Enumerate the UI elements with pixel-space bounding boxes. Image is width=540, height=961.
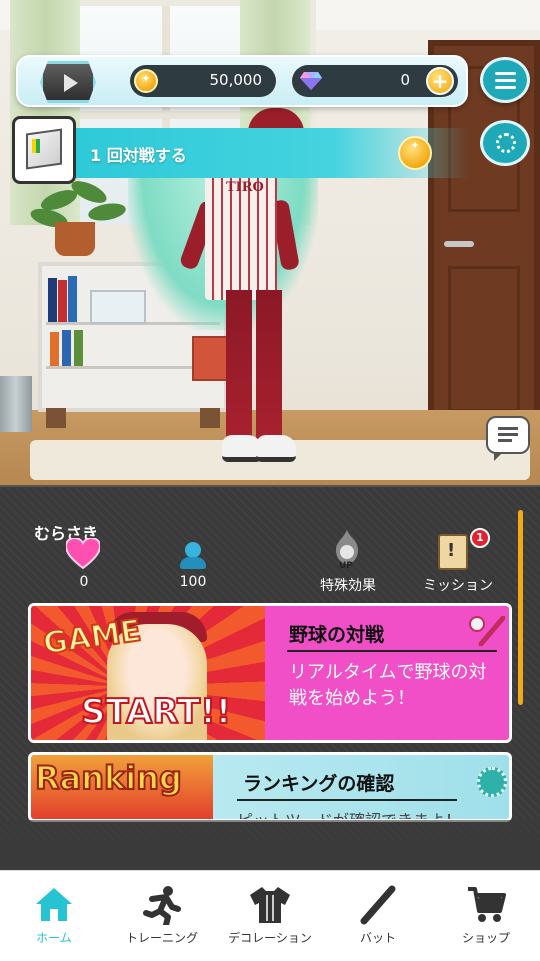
mission-badge: 1 <box>470 528 490 548</box>
beginner-mark-icon <box>32 139 40 153</box>
nav-bat-label: バット <box>359 931 396 945</box>
game-card-description: リアルタイムで野球の対戦を始めよう！ <box>289 662 487 709</box>
beginner-cube-icon[interactable] <box>12 116 76 184</box>
divider <box>287 650 497 652</box>
nav-decoration-label: デコレーション <box>228 931 312 945</box>
top-hud: 50,000 0 + <box>16 55 468 107</box>
mission-label[interactable]: ミッション <box>410 575 506 595</box>
bottom-nav: ホーム トレーニング デコレーション バット ショップ <box>0 870 540 961</box>
nav-bat[interactable]: バット <box>324 871 432 961</box>
nav-training[interactable]: トレーニング <box>108 871 216 961</box>
nav-shop-label: ショップ <box>461 931 510 945</box>
plant-pot <box>55 222 95 256</box>
ranking-card[interactable]: Ranking ランキングの確認 ピットツードが確認できまよ！ <box>28 752 512 822</box>
game-start-card[interactable]: GAME START!! 野球の対戦 リアルタイムで野球の対戦を始めよう！ <box>28 603 512 743</box>
trash-can <box>0 376 32 432</box>
add-gem-button[interactable]: + <box>426 67 454 95</box>
heart-count: 0 <box>79 574 89 590</box>
bat-icon <box>360 885 396 925</box>
reward-coin-icon <box>398 136 432 170</box>
panel-fade <box>0 820 540 870</box>
nav-decoration[interactable]: デコレーション <box>216 871 324 961</box>
running-icon <box>143 886 181 925</box>
start-art-text: START!! <box>80 691 232 733</box>
uniform-text: TIRO <box>226 180 264 195</box>
heart-icon <box>66 538 100 570</box>
follower-count: 100 <box>179 574 207 590</box>
nav-training-label: トレーニング <box>125 931 198 945</box>
badge-button[interactable] <box>480 120 530 166</box>
clipboard-icon[interactable] <box>438 534 468 570</box>
gem-value: 0 <box>400 71 410 89</box>
ranking-art: Ranking <box>31 755 213 819</box>
ranking-card-title: ランキングの確認 <box>243 773 395 795</box>
follower-icon <box>180 542 206 570</box>
cart-icon <box>468 887 506 922</box>
home-icon <box>36 888 72 921</box>
chat-button[interactable] <box>486 416 530 461</box>
jersey-icon <box>250 887 290 923</box>
baseball-bat-icon <box>469 616 505 646</box>
nav-home[interactable]: ホーム <box>0 871 108 961</box>
scrollbar[interactable] <box>518 510 523 705</box>
coin-counter: 50,000 <box>130 65 276 97</box>
gem-counter: 0 + <box>292 65 458 97</box>
play-icon <box>64 74 78 92</box>
svg-text:UP: UP <box>339 561 353 570</box>
menu-button[interactable] <box>480 57 530 103</box>
mission-banner-text: 1 回対戦する <box>90 146 187 165</box>
game-card-title: 野球の対戦 <box>289 624 385 646</box>
coin-value: 50,000 <box>209 71 263 89</box>
coin-icon <box>134 69 158 93</box>
special-effect-icon[interactable]: UP <box>330 530 364 570</box>
nav-shop[interactable]: ショップ <box>432 871 540 961</box>
game-start-art: GAME START!! <box>31 606 265 740</box>
nav-home-label: ホーム <box>36 931 72 945</box>
rosette-icon <box>496 133 516 153</box>
ranking-art-text: Ranking <box>34 758 183 798</box>
rosette-icon <box>477 767 507 797</box>
divider <box>237 799 457 801</box>
video-button[interactable] <box>40 61 96 103</box>
diamond-icon <box>300 72 322 90</box>
special-effect-label[interactable]: 特殊効果 <box>300 575 396 595</box>
